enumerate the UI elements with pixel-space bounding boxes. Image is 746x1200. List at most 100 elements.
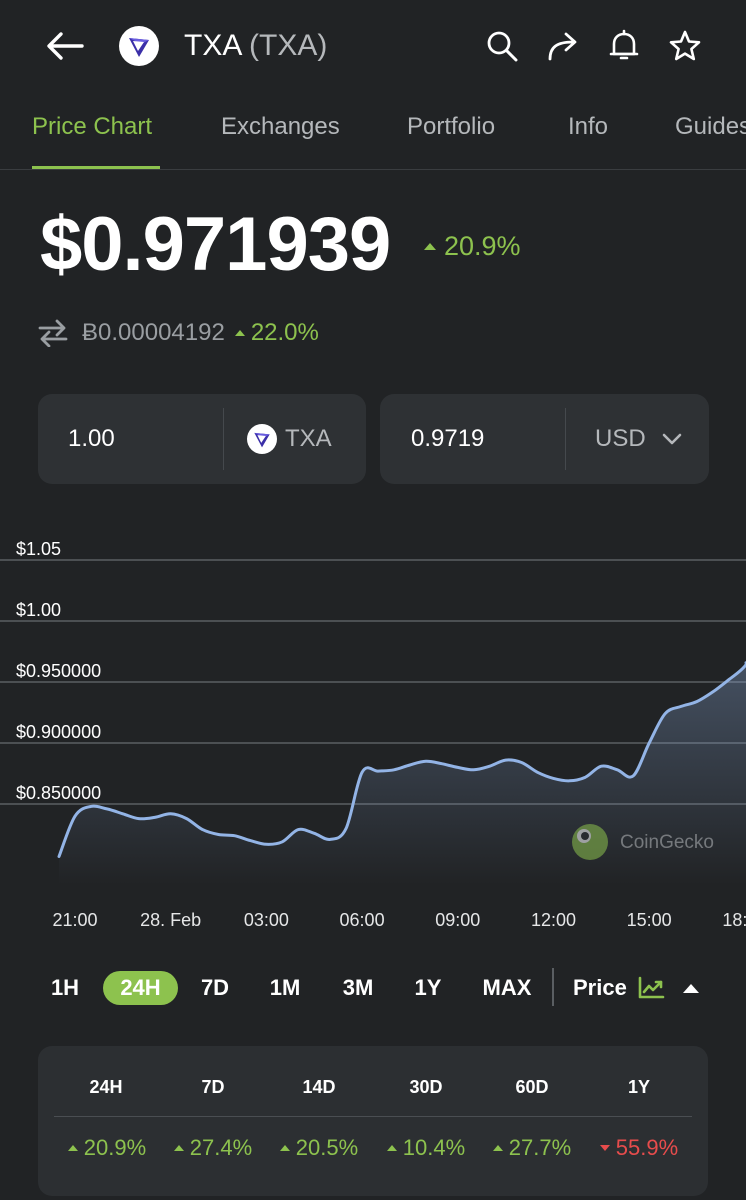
perf-value-text: 27.7%: [508, 1135, 572, 1160]
tab-bar: Price Chart Exchanges Portfolio Info Gui…: [0, 92, 746, 170]
x-tick-label: 15:00: [627, 910, 672, 930]
x-tick-label: 28. Feb: [140, 910, 201, 930]
up-triangle-icon: [386, 1145, 397, 1151]
x-tick-label: 06:00: [340, 910, 385, 930]
swap-arrows-icon: [38, 319, 68, 347]
up-triangle-icon: [67, 1145, 78, 1151]
star-icon: [669, 30, 701, 61]
performance-table: 24H 7D 14D 30D 60D 1Y 20.9% 27.4% 20.5% …: [38, 1046, 708, 1196]
x-tick-label: 12:00: [531, 910, 576, 930]
y-tick-label: $0.850000: [16, 783, 101, 803]
currency-select[interactable]: USD: [595, 424, 682, 454]
perf-header-14d: 14D: [302, 1077, 336, 1097]
converter-divider: [223, 408, 224, 470]
back-button[interactable]: [44, 26, 86, 66]
range-1h[interactable]: 1H: [43, 971, 87, 1005]
range-3m[interactable]: 3M: [336, 971, 380, 1005]
perf-value-60d: 27.7%: [479, 1134, 585, 1162]
x-tick-label: 09:00: [435, 910, 480, 930]
back-arrow-icon: [47, 32, 84, 60]
tab-guides[interactable]: Guides: [675, 112, 746, 142]
btc-change-value: 22.0%: [250, 319, 319, 346]
price-chart-svg: CoinGecko $1.05 $1.00 $0.950000 $0.900000 $0…: [0, 539, 746, 930]
bell-icon: [609, 29, 639, 60]
current-price: $0.971939: [40, 202, 391, 287]
coin-amount-input[interactable]: 1.00: [68, 424, 115, 454]
coin-amount-box: 1.00 TXA: [38, 394, 366, 484]
fiat-amount-input[interactable]: 0.9719: [411, 424, 484, 454]
price-alert-button[interactable]: [604, 26, 644, 66]
perf-header-30d: 30D: [409, 1077, 443, 1097]
chevron-down-icon: [662, 433, 681, 445]
up-triangle-icon: [279, 1145, 290, 1151]
btc-price: Ƀ0.00004192: [82, 319, 225, 346]
perf-value-14d: 20.5%: [266, 1134, 372, 1162]
up-triangle-icon: [173, 1145, 184, 1151]
range-1m[interactable]: 1M: [263, 971, 307, 1005]
perf-header-60d: 60D: [515, 1077, 549, 1097]
coin-title: TXA (TXA): [184, 28, 327, 64]
range-24h[interactable]: 24H: [103, 971, 178, 1005]
tab-exchanges[interactable]: Exchanges: [221, 112, 340, 142]
performance-divider: [54, 1116, 692, 1117]
performance-header-row: 24H 7D 14D 30D 60D 1Y: [38, 1074, 708, 1100]
favorite-button[interactable]: [665, 26, 705, 66]
watermark-text: CoinGecko: [620, 832, 714, 853]
y-tick-label: $1.05: [16, 540, 61, 559]
perf-value-text: 20.5%: [295, 1135, 359, 1160]
x-tick-label: 21:00: [52, 910, 97, 930]
converter-divider: [565, 408, 566, 470]
caret-up-icon: [682, 983, 699, 993]
share-icon: [548, 32, 577, 61]
perf-value-7d: 27.4%: [160, 1134, 266, 1162]
app-header: TXA (TXA): [0, 0, 746, 92]
perf-header-7d: 7D: [201, 1077, 225, 1097]
txa-logo-icon: [123, 30, 155, 62]
perf-value-text: 55.9%: [615, 1135, 679, 1160]
up-triangle-icon: [492, 1145, 503, 1151]
perf-value-text: 20.9%: [83, 1135, 147, 1160]
y-tick-label: $0.900000: [16, 722, 101, 742]
x-tick-label: 18:00: [722, 910, 746, 930]
txa-logo-icon: [247, 424, 277, 454]
range-7d[interactable]: 7D: [195, 971, 235, 1005]
perf-value-text: 27.4%: [189, 1135, 253, 1160]
fiat-amount-box: 0.9719 USD: [380, 394, 709, 484]
share-button[interactable]: [543, 26, 583, 66]
chart-mode-label: Price: [573, 975, 627, 1000]
currency-value: USD: [595, 425, 646, 452]
price-change-24h: 20.9%: [424, 230, 521, 262]
chart-mode-toggle[interactable]: Price: [573, 971, 699, 1005]
coin-unit-label: TXA: [247, 424, 332, 454]
range-1y[interactable]: 1Y: [408, 971, 448, 1005]
range-separator: [552, 968, 554, 1006]
tab-info[interactable]: Info: [568, 112, 608, 142]
perf-value-30d: 10.4%: [373, 1134, 479, 1162]
line-chart-icon: [638, 976, 665, 999]
coin-logo: [119, 26, 159, 66]
perf-value-1y: 55.9%: [586, 1134, 692, 1162]
perf-header-1y: 1Y: [627, 1077, 651, 1097]
perf-value-24h: 20.9%: [54, 1134, 160, 1162]
performance-value-row: 20.9% 27.4% 20.5% 10.4% 27.7% 55.9%: [38, 1134, 708, 1162]
x-tick-label: 03:00: [244, 910, 289, 930]
perf-header-24h: 24H: [89, 1077, 123, 1097]
range-max[interactable]: MAX: [477, 971, 537, 1005]
up-triangle-icon: [234, 330, 245, 336]
up-triangle-icon: [424, 242, 436, 250]
coin-unit-text: TXA: [285, 425, 332, 452]
price-change-value: 20.9%: [444, 231, 521, 261]
search-button[interactable]: [482, 26, 522, 66]
y-tick-label: $0.950000: [16, 661, 101, 681]
perf-value-text: 10.4%: [402, 1135, 466, 1160]
price-chart[interactable]: CoinGecko $1.05 $1.00 $0.950000 $0.900000 $0…: [0, 539, 746, 940]
active-tab-indicator: [32, 166, 160, 169]
down-triangle-icon: [599, 1145, 610, 1151]
y-tick-label: $1.00: [16, 600, 61, 620]
tab-price-chart[interactable]: Price Chart: [32, 112, 152, 142]
coin-symbol: (TXA): [249, 29, 328, 62]
btc-price-change: 22.0%: [234, 319, 319, 347]
btc-price-row: Ƀ0.00004192 22.0%: [38, 316, 319, 350]
tab-portfolio[interactable]: Portfolio: [407, 112, 495, 142]
search-icon: [487, 31, 518, 62]
